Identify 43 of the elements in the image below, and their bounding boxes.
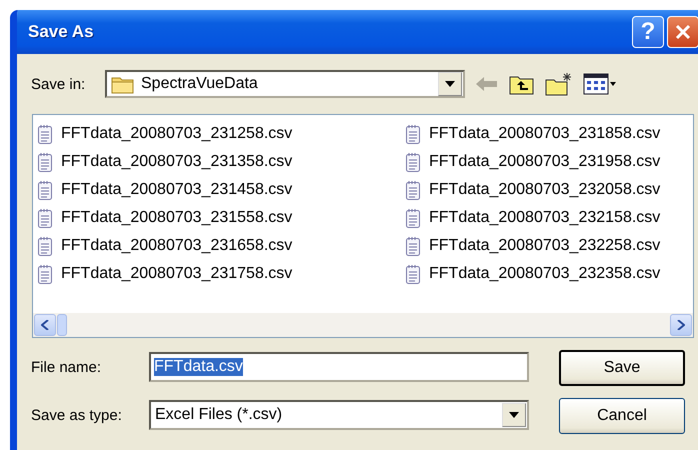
scroll-left-button[interactable] [34,314,56,336]
notepad-file-icon[interactable] [405,264,421,284]
file-name[interactable]: FFTdata_20080703_232058.csv [429,181,660,199]
file-name[interactable]: FFTdata_20080703_232158.csv [429,209,660,227]
save-in-dropdown[interactable]: SpectraVueData [105,70,465,98]
notepad-file-icon[interactable] [405,208,421,228]
save-as-type-dropdown[interactable]: Excel Files (*.csv) [149,400,529,430]
file-name[interactable]: FFTdata_20080703_231358.csv [61,153,292,171]
save-in-label: Save in: [31,76,86,92]
notepad-file-icon[interactable] [37,264,53,284]
file-name[interactable]: FFTdata_20080703_232258.csv [429,237,660,255]
save-as-type-label: Save as type: [31,406,123,424]
notepad-file-icon[interactable] [405,124,421,144]
file-name[interactable]: FFTdata_20080703_231458.csv [61,181,292,199]
chevron-right-icon [677,320,685,330]
file-name[interactable]: FFTdata_20080703_231258.csv [61,125,292,143]
file-name-field[interactable]: FFTdata.csv [149,352,529,382]
scroll-right-button[interactable] [670,314,692,336]
chevron-left-icon [41,320,49,330]
file-name[interactable]: FFTdata_20080703_231558.csv [61,209,292,227]
notepad-file-icon[interactable] [405,180,421,200]
notepad-file-icon[interactable] [37,124,53,144]
notepad-file-icon[interactable] [37,208,53,228]
close-button[interactable] [667,16,698,48]
file-name-label: File name: [31,358,102,376]
window-title: Save As [28,22,95,42]
scrollbar-thumb[interactable] [57,314,67,336]
notepad-file-icon[interactable] [37,236,53,256]
view-menu-icon[interactable] [583,73,617,95]
file-name[interactable]: FFTdata_20080703_231958.csv [429,153,660,171]
notepad-file-icon[interactable] [405,236,421,256]
notepad-file-icon[interactable] [37,180,53,200]
notepad-file-icon[interactable] [37,152,53,172]
horizontal-scrollbar[interactable] [33,313,693,337]
file-name[interactable]: FFTdata_20080703_231758.csv [61,265,292,283]
file-name[interactable]: FFTdata_20080703_231858.csv [429,125,660,143]
file-name[interactable]: FFTdata_20080703_232358.csv [429,265,660,283]
save-button[interactable]: Save [559,350,685,386]
new-folder-icon[interactable] [545,72,573,96]
close-icon [673,22,693,42]
cancel-button[interactable]: Cancel [559,398,685,434]
notepad-file-icon[interactable] [405,152,421,172]
file-name[interactable]: FFTdata_20080703_231658.csv [61,237,292,255]
